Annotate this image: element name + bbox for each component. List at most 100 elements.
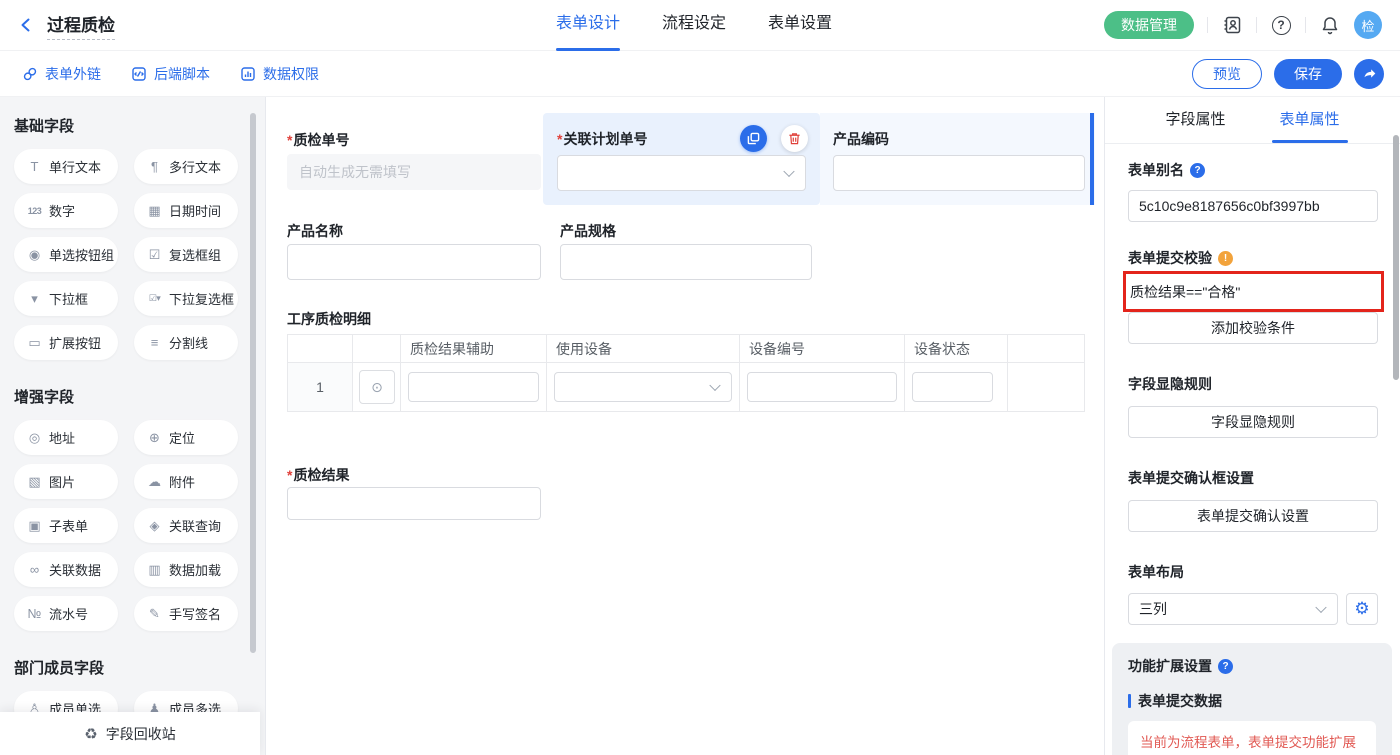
field-pill-number[interactable]: 123 数字 xyxy=(14,193,118,228)
field-pill-dropdown[interactable]: ▾下拉框 xyxy=(14,281,118,316)
main-tabs: 表单设计 流程设定 表单设置 xyxy=(556,0,832,51)
field-pill-label: 数字 xyxy=(49,201,75,220)
backend-script-link[interactable]: 后端脚本 xyxy=(131,64,210,84)
chevron-down-icon xyxy=(709,380,720,391)
add-validation-button[interactable]: 添加校验条件 xyxy=(1128,312,1378,344)
script-icon xyxy=(131,66,147,82)
product-name-label: 产品名称 xyxy=(287,221,343,241)
field-pill-image[interactable]: ▧图片 xyxy=(14,464,118,499)
panel-scrollbar[interactable] xyxy=(1393,135,1399,380)
dropdown-icon: ▾ xyxy=(27,291,42,307)
field-pill-location[interactable]: ⊕ 定位 xyxy=(134,420,238,455)
tab-flow-setting[interactable]: 流程设定 xyxy=(662,0,726,51)
row-locate-button[interactable]: ⊙ xyxy=(359,370,395,404)
data-manage-button[interactable]: 数据管理 xyxy=(1104,11,1194,39)
field-pill-subform[interactable]: ▣子表单 xyxy=(14,508,118,543)
field-pill-datetime[interactable]: ▦日期时间 xyxy=(134,193,238,228)
validation-rule[interactable]: 质检结果=="合格" xyxy=(1128,274,1378,310)
divider-icon: ≡ xyxy=(147,335,162,350)
back-icon[interactable] xyxy=(16,15,36,35)
submit-data-subheading: 表单提交数据 xyxy=(1128,691,1376,711)
qc-no-label: *质检单号 xyxy=(287,130,349,150)
qc-no-input[interactable]: 自动生成无需填写 xyxy=(287,154,541,190)
data-permission-link[interactable]: 数据权限 xyxy=(240,64,319,84)
avatar[interactable]: 检 xyxy=(1354,11,1382,39)
product-spec-input[interactable] xyxy=(560,244,812,280)
app-header: 过程质检 表单设计 流程设定 表单设置 数据管理 ? 检 xyxy=(0,0,1400,51)
field-pill-label: 定位 xyxy=(169,428,195,447)
subform-label: 工序质检明细 xyxy=(287,309,371,329)
field-pill-radio-group[interactable]: ◉单选按钮组 xyxy=(14,237,118,272)
field-recycle-bin[interactable]: ♻ 字段回收站 xyxy=(0,712,260,755)
form-external-link[interactable]: 表单外链 xyxy=(22,64,101,84)
trash-icon xyxy=(788,132,801,145)
field-pill-serial-number[interactable]: №流水号 xyxy=(14,596,118,631)
qc-result-input[interactable] xyxy=(287,487,541,520)
device-no-input[interactable] xyxy=(747,372,897,402)
layout-settings-button[interactable]: ⚙ xyxy=(1346,593,1378,625)
form-layout-heading: 表单布局 xyxy=(1128,562,1378,582)
tab-field-properties[interactable]: 字段属性 xyxy=(1165,97,1225,143)
field-pill-divider[interactable]: ≡分割线 xyxy=(134,325,238,360)
serial-number-icon: № xyxy=(27,606,42,621)
field-pill-multi-line-text[interactable]: ¶多行文本 xyxy=(134,149,238,184)
selected-field-plan-no[interactable]: *关联计划单号 xyxy=(543,113,820,205)
notification-bell-icon[interactable] xyxy=(1319,14,1341,36)
number-icon: 123 xyxy=(27,206,42,216)
permission-icon xyxy=(240,66,256,82)
subform-col-header: 质检结果辅助 xyxy=(401,335,547,363)
save-button[interactable]: 保存 xyxy=(1274,59,1342,89)
extended-button-icon: ▭ xyxy=(27,335,42,351)
field-pill-grid: ◎地址 ⊕ 定位 ▧图片 ☁附件 ▣子表单 ◈关联查询 ∞关联数据 ▥数据加载 №流水号 ✎手写签名 xyxy=(14,420,251,631)
selection-edge-bar xyxy=(1090,113,1094,205)
chevron-down-icon xyxy=(1315,602,1326,613)
plan-no-select[interactable] xyxy=(557,155,806,191)
panel-tabs: 字段属性 表单属性 xyxy=(1105,97,1400,144)
field-pill-checkbox-group[interactable]: ☑复选框组 xyxy=(134,237,238,272)
preview-button[interactable]: 预览 xyxy=(1192,59,1262,89)
field-pill-single-line-text[interactable]: T单行文本 xyxy=(14,149,118,184)
sidebar-section-title: 增强字段 xyxy=(14,386,251,407)
share-button[interactable] xyxy=(1354,59,1384,89)
page-title[interactable]: 过程质检 xyxy=(47,11,115,40)
field-pill-related-query[interactable]: ◈关联查询 xyxy=(134,508,238,543)
contacts-book-icon[interactable] xyxy=(1221,14,1243,36)
gear-icon: ⚙ xyxy=(1354,599,1369,619)
field-pill-label: 子表单 xyxy=(49,516,88,535)
tab-form-setting[interactable]: 表单设置 xyxy=(768,0,832,51)
tab-form-design[interactable]: 表单设计 xyxy=(556,0,620,51)
location-icon: ⊕ xyxy=(147,430,162,446)
field-pill-data-load[interactable]: ▥数据加载 xyxy=(134,552,238,587)
visibility-rules-button[interactable]: 字段显隐规则 xyxy=(1128,406,1378,438)
field-pill-attachment[interactable]: ☁附件 xyxy=(134,464,238,499)
sidebar-section-title: 基础字段 xyxy=(14,115,251,136)
field-pill-dropdown-multiselect[interactable]: ☑▾下拉复选框 xyxy=(134,281,238,316)
question-badge-icon[interactable]: ? xyxy=(1190,163,1205,178)
device-status-input[interactable] xyxy=(912,372,993,402)
qc-result-aux-input[interactable] xyxy=(408,372,539,402)
field-pill-grid: T单行文本 ¶多行文本 123 数字 ▦日期时间 ◉单选按钮组 ☑复选框组 ▾下拉框 ☑▾下拉复… xyxy=(14,149,251,360)
form-layout-select[interactable]: 三列 xyxy=(1128,593,1338,625)
field-pill-address[interactable]: ◎地址 xyxy=(14,420,118,455)
copy-field-button[interactable] xyxy=(740,125,767,152)
form-toolbar: 表单外链 后端脚本 数据权限 预览 保存 xyxy=(0,51,1400,97)
product-code-field[interactable]: 产品编码 xyxy=(820,113,1095,205)
delete-field-button[interactable] xyxy=(781,125,808,152)
field-pill-signature[interactable]: ✎手写签名 xyxy=(134,596,238,631)
row-number: 1 xyxy=(288,363,353,411)
datetime-icon: ▦ xyxy=(147,203,162,219)
field-pill-related-data[interactable]: ∞关联数据 xyxy=(14,552,118,587)
help-icon[interactable]: ? xyxy=(1270,14,1292,36)
subform-data-row: 1 ⊙ xyxy=(288,363,1084,411)
product-name-input[interactable] xyxy=(287,244,541,280)
product-code-input[interactable] xyxy=(833,155,1085,191)
tab-form-properties[interactable]: 表单属性 xyxy=(1280,97,1340,143)
submit-confirm-button[interactable]: 表单提交确认设置 xyxy=(1128,500,1378,532)
device-used-select[interactable] xyxy=(554,372,732,402)
field-pill-label: 复选框组 xyxy=(169,245,221,264)
form-alias-input[interactable] xyxy=(1128,190,1378,222)
question-badge-icon[interactable]: ? xyxy=(1218,659,1233,674)
subform-col-header: 使用设备 xyxy=(547,335,740,363)
sidebar-scrollbar[interactable] xyxy=(250,113,256,653)
field-pill-extended-button[interactable]: ▭扩展按钮 xyxy=(14,325,118,360)
